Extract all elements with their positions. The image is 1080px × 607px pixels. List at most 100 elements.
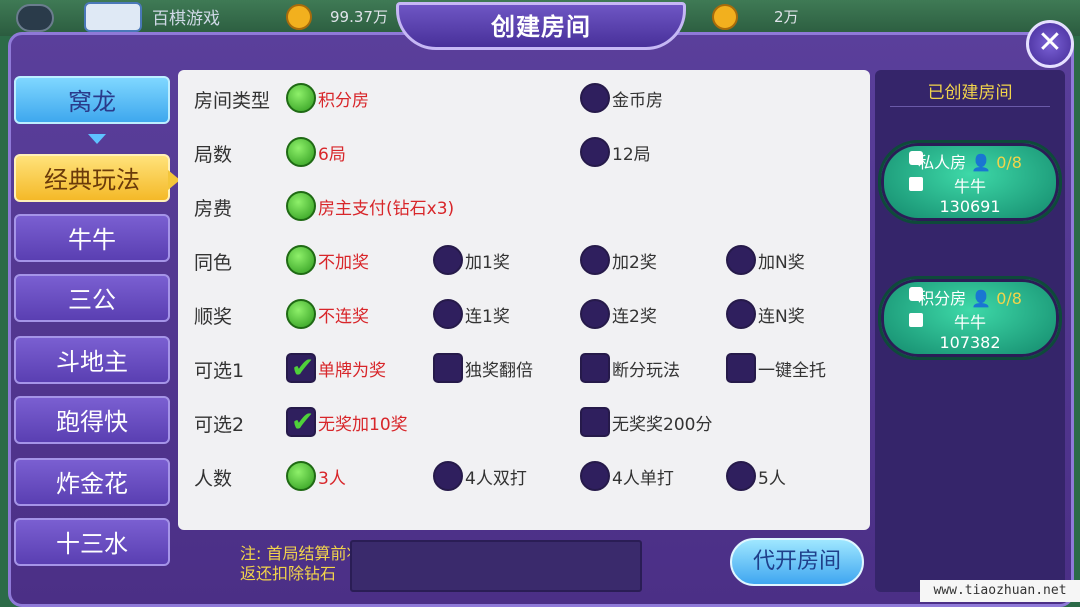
checkbox-option[interactable]: 一键全托	[726, 352, 826, 384]
category-sangong[interactable]: 三公	[14, 274, 170, 322]
open-room-for-others-button[interactable]: 代开房间	[730, 538, 864, 586]
radio-unchecked-icon[interactable]	[580, 299, 610, 329]
radio-unchecked-icon[interactable]	[433, 245, 463, 275]
player-count: 0/8	[996, 289, 1022, 308]
created-room-card[interactable]: 积分房 👤 0/8 牛牛 107382	[878, 276, 1062, 360]
radio-option[interactable]: 连1奖	[433, 298, 510, 330]
note-line-1: 注: 首局结算前将	[240, 544, 363, 563]
checkbox-unchecked-icon[interactable]	[580, 407, 610, 437]
game-name: 百棋游戏	[152, 9, 220, 29]
close-button[interactable]: ✕	[1026, 20, 1074, 68]
coin-icon	[712, 4, 738, 30]
created-room-card[interactable]: 私人房 👤 0/8 牛牛 130691	[878, 140, 1062, 224]
option-text: 积分房	[318, 90, 369, 111]
option-text: 连1奖	[465, 306, 510, 327]
radio-unchecked-icon[interactable]	[433, 299, 463, 329]
radio-option[interactable]: 4人单打	[580, 460, 674, 492]
option-text: 4人双打	[465, 468, 527, 489]
option-text: 加2奖	[612, 252, 657, 273]
option-label-optional-2: 可选2	[194, 414, 245, 436]
radio-checked-icon[interactable]	[286, 83, 316, 113]
radio-option[interactable]: 连N奖	[726, 298, 805, 330]
room-type: 积分房	[918, 289, 967, 308]
room-id: 107382	[939, 333, 1001, 352]
radio-option[interactable]: 积分房	[286, 82, 369, 114]
note-line-2: 返还扣除钻石	[240, 564, 337, 583]
option-text: 连N奖	[758, 306, 805, 327]
radio-option[interactable]: 房主支付(钻石x3)	[286, 190, 454, 222]
option-label-rounds: 局数	[194, 144, 233, 166]
category-shisanshui[interactable]: 十三水	[14, 518, 170, 566]
radio-option[interactable]: 连2奖	[580, 298, 657, 330]
category-wolong[interactable]: 窝龙	[14, 76, 170, 124]
option-text: 4人单打	[612, 468, 674, 489]
category-classic[interactable]: 经典玩法	[14, 154, 180, 202]
room-type: 私人房	[918, 153, 967, 172]
radio-option[interactable]: 加N奖	[726, 244, 805, 276]
checkbox-option[interactable]: 独奖翻倍	[433, 352, 533, 384]
option-text: 无奖加10奖	[318, 414, 408, 435]
checkbox-checked-icon[interactable]	[286, 405, 316, 438]
radio-option[interactable]: 3人	[286, 460, 346, 492]
option-text: 加1奖	[465, 252, 510, 273]
checkbox-option[interactable]: 无奖加10奖	[286, 405, 408, 438]
radio-checked-icon[interactable]	[286, 137, 316, 167]
radio-unchecked-icon[interactable]	[433, 461, 463, 491]
radio-unchecked-icon[interactable]	[726, 245, 756, 275]
room-game: 牛牛	[953, 313, 986, 332]
game-logo-icon	[84, 2, 142, 32]
checkbox-option[interactable]: 无奖奖200分	[580, 406, 712, 438]
divider	[890, 106, 1050, 107]
note-box	[350, 540, 642, 592]
category-niuniu[interactable]: 牛牛	[14, 214, 170, 262]
option-text: 不加奖	[318, 252, 369, 273]
category-paodekuai[interactable]: 跑得快	[14, 396, 170, 444]
option-text: 连2奖	[612, 306, 657, 327]
option-text: 不连奖	[318, 306, 369, 327]
radio-unchecked-icon[interactable]	[580, 245, 610, 275]
radio-unchecked-icon[interactable]	[580, 137, 610, 167]
radio-checked-icon[interactable]	[286, 461, 316, 491]
option-label-room-type: 房间类型	[194, 90, 271, 112]
radio-option[interactable]: 不加奖	[286, 244, 369, 276]
down-arrow-icon	[88, 134, 106, 144]
radio-checked-icon[interactable]	[286, 191, 316, 221]
checkbox-checked-icon[interactable]	[286, 351, 316, 384]
watermark: www.tiaozhuan.net	[920, 580, 1080, 602]
radio-checked-icon[interactable]	[286, 245, 316, 275]
coin-balance: 99.37万	[330, 8, 388, 26]
radio-option[interactable]: 12局	[580, 136, 651, 168]
radio-option[interactable]: 加2奖	[580, 244, 657, 276]
checkbox-option[interactable]: 断分玩法	[580, 352, 680, 384]
checkbox-option[interactable]: 单牌为奖	[286, 351, 386, 384]
radio-checked-icon[interactable]	[286, 299, 316, 329]
option-text: 金币房	[612, 90, 663, 111]
radio-unchecked-icon[interactable]	[726, 461, 756, 491]
option-text: 加N奖	[758, 252, 805, 273]
radio-option[interactable]: 5人	[726, 460, 786, 492]
checkbox-unchecked-icon[interactable]	[726, 353, 756, 383]
room-id: 130691	[939, 197, 1001, 216]
created-rooms-title: 已创建房间	[927, 83, 1013, 103]
radio-unchecked-icon[interactable]	[726, 299, 756, 329]
option-text: 独奖翻倍	[465, 360, 533, 381]
radio-unchecked-icon[interactable]	[580, 461, 610, 491]
radio-unchecked-icon[interactable]	[580, 83, 610, 113]
radio-option[interactable]: 加1奖	[433, 244, 510, 276]
category-doudizhu[interactable]: 斗地主	[14, 336, 170, 384]
player-icon: 👤	[971, 289, 992, 308]
checkbox-unchecked-icon[interactable]	[433, 353, 463, 383]
radio-option[interactable]: 不连奖	[286, 298, 369, 330]
category-zhajinhua[interactable]: 炸金花	[14, 458, 170, 506]
radio-option[interactable]: 6局	[286, 136, 346, 168]
radio-option[interactable]: 4人双打	[433, 460, 527, 492]
option-text: 12局	[612, 144, 651, 165]
back-icon[interactable]	[16, 4, 54, 32]
option-text: 5人	[758, 468, 786, 489]
player-icon: 👤	[971, 153, 992, 172]
diamond-refund-note: 注: 首局结算前将 返还扣除钻石	[240, 544, 362, 584]
radio-option[interactable]: 金币房	[580, 82, 663, 114]
option-text: 房主支付(钻石x3)	[318, 198, 455, 219]
option-text: 单牌为奖	[318, 360, 386, 381]
checkbox-unchecked-icon[interactable]	[580, 353, 610, 383]
